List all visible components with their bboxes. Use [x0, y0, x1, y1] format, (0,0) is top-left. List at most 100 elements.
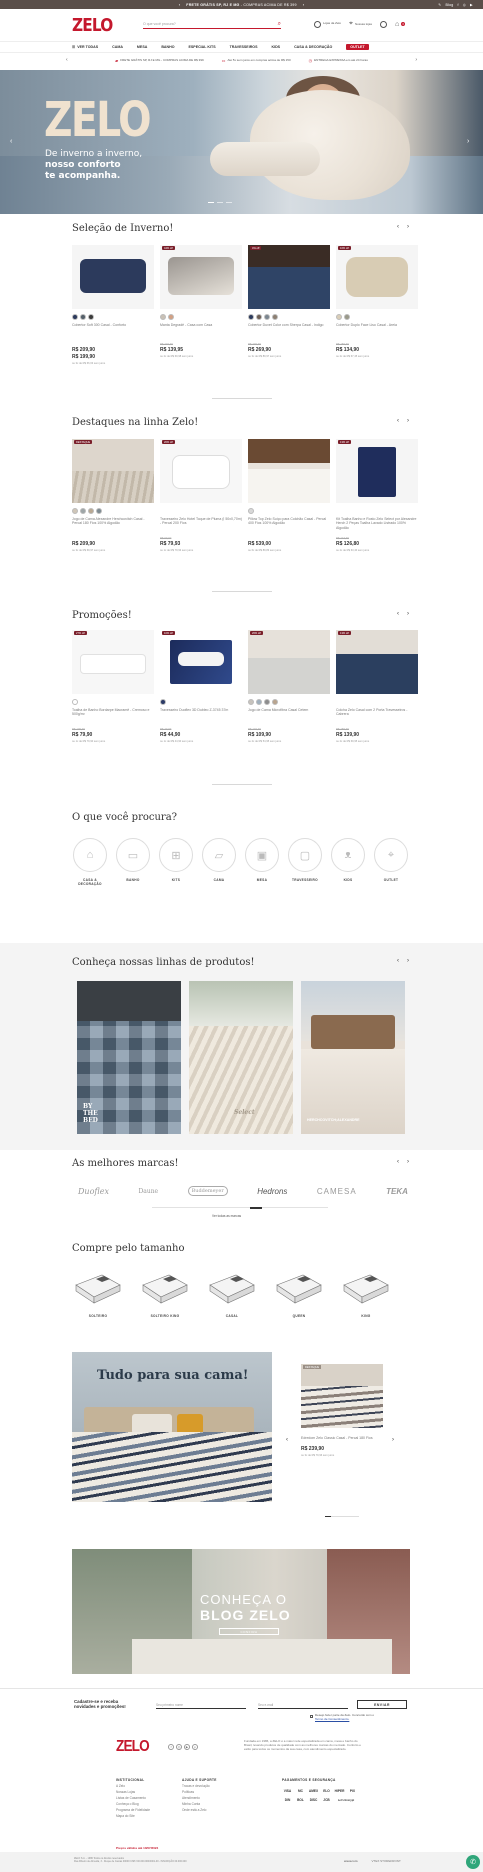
product-card[interactable]: 13% off Kit Toalha Banho e Rosto Zelo Sel…: [336, 439, 418, 552]
next-arrow-icon[interactable]: ›: [407, 611, 409, 617]
nav-item-outlet[interactable]: OUTLET: [346, 44, 369, 50]
whatsapp-button[interactable]: ✆: [466, 1855, 480, 1869]
blog-banner[interactable]: CONHEÇA O BLOG ZELO CONFIRA: [72, 1549, 410, 1674]
size-item[interactable]: SOLTEIRO KING: [139, 1271, 191, 1318]
lojas-link[interactable]: Lojas da Zelo: [314, 20, 341, 28]
color-swatch[interactable]: [72, 698, 78, 705]
line-card-herchcovitch[interactable]: HERCHCOVITCH;ALEXANDRE: [301, 981, 405, 1134]
color-swatch[interactable]: [160, 313, 166, 320]
next-arrow-icon[interactable]: ›: [407, 1159, 409, 1165]
featured-product-card[interactable]: DESTAQUE Edredom Zelo Classic Casal - Pe…: [301, 1364, 383, 1457]
mini-prev-icon[interactable]: ‹: [286, 1437, 288, 1443]
nav-item-cama[interactable]: CAMA: [112, 45, 123, 49]
color-swatch[interactable]: [96, 507, 102, 514]
size-item[interactable]: CASAL: [206, 1271, 258, 1318]
mattress-icon[interactable]: [206, 1271, 258, 1307]
vtex-credit[interactable]: VTEX STOREFRONT: [372, 1859, 401, 1863]
category-circle[interactable]: ⊞: [159, 838, 193, 872]
size-item[interactable]: QUEEN: [273, 1271, 325, 1318]
next-arrow-icon[interactable]: ›: [407, 958, 409, 964]
color-swatch[interactable]: [248, 313, 254, 320]
color-swatch[interactable]: [72, 313, 78, 320]
footer-logo[interactable]: ZELO: [116, 1738, 150, 1756]
product-name[interactable]: Jogo de Cama Alexandre Herchcovitch Casa…: [72, 517, 154, 530]
next-arrow-icon[interactable]: ›: [407, 418, 409, 424]
product-name[interactable]: Jogo de Cama Microfibra Casal Cetem: [248, 708, 330, 721]
hero-prev-icon[interactable]: ‹: [10, 138, 12, 145]
color-swatch[interactable]: [80, 507, 86, 514]
hero-dot[interactable]: [208, 202, 214, 203]
nav-item-kids[interactable]: KIDS: [271, 45, 280, 49]
scroll-knob[interactable]: [250, 1206, 262, 1209]
footer-link[interactable]: Mapa do Site: [116, 1813, 150, 1819]
category-circle[interactable]: ▢: [288, 838, 322, 872]
dev-credit[interactable]: wavecom: [344, 1859, 358, 1863]
stores-link[interactable]: ⌖ Nossas lojas: [349, 20, 372, 28]
color-swatch[interactable]: [72, 507, 78, 514]
mattress-icon[interactable]: [139, 1271, 191, 1307]
hero-dot[interactable]: [226, 202, 232, 203]
product-image[interactable]: 26% off: [248, 630, 330, 694]
color-swatch[interactable]: [336, 313, 342, 320]
mattress-icon[interactable]: [273, 1271, 325, 1307]
product-name[interactable]: Travesseiro Duoflex 3D Dubleo Z-3745 37m: [160, 708, 242, 721]
product-image[interactable]: 16% off: [336, 245, 418, 309]
category-item[interactable]: ⊞ KITS: [158, 838, 194, 886]
youtube-icon[interactable]: ▶: [470, 3, 473, 7]
product-card[interactable]: Cobertor Soft 300 Casal - Conforto R$ 209…: [72, 245, 154, 365]
product-card[interactable]: 20% off Travesseiro Zelo Hotel Toque de P…: [160, 439, 242, 552]
product-name[interactable]: Cobertor Duplo Face Liso Casal - Areia: [336, 323, 418, 336]
promo-next-icon[interactable]: ›: [415, 57, 417, 63]
hero-next-icon[interactable]: ›: [467, 138, 469, 145]
size-item[interactable]: KING: [340, 1271, 392, 1318]
product-card[interactable]: 10% off Travesseiro Duoflex 3D Dubleo Z-3…: [160, 630, 242, 743]
brand-buddemeyer[interactable]: Buddemeyer: [187, 1186, 228, 1196]
product-image[interactable]: 10% off: [160, 630, 242, 694]
category-circle[interactable]: ⌖: [374, 838, 408, 872]
search-bar[interactable]: O que você procura? ⌕: [143, 20, 281, 29]
product-name[interactable]: Cobertor Soft 300 Casal - Conforto: [72, 323, 154, 336]
prev-arrow-icon[interactable]: ‹: [397, 418, 399, 424]
bed-banner[interactable]: Tudo para sua cama!: [72, 1352, 272, 1502]
newsletter-submit-button[interactable]: ENVIAR: [357, 1700, 407, 1709]
category-item[interactable]: ▱ CAMA: [201, 838, 237, 886]
color-swatch[interactable]: [256, 698, 262, 705]
prev-arrow-icon[interactable]: ‹: [397, 611, 399, 617]
prev-arrow-icon[interactable]: ‹: [397, 224, 399, 230]
product-image[interactable]: 20% off: [160, 439, 242, 503]
facebook-icon[interactable]: f: [168, 1744, 174, 1750]
nav-item-casa-decoracao[interactable]: CASA & DECORAÇÃO: [294, 45, 332, 49]
newsletter-email-input[interactable]: Seu e-mail: [258, 1701, 348, 1709]
brand-teka[interactable]: TEKA: [386, 1187, 408, 1196]
product-card[interactable]: Pillow Top Zelo Suíço para Colchão Casal…: [248, 439, 330, 552]
mattress-icon[interactable]: [340, 1271, 392, 1307]
product-image[interactable]: [72, 245, 154, 309]
promo-prev-icon[interactable]: ‹: [66, 57, 68, 63]
category-item[interactable]: ⌖ OUTLET: [373, 838, 409, 886]
nav-item-banho[interactable]: BANHO: [161, 45, 174, 49]
nav-item-kits[interactable]: ESPECIAL KITS: [189, 45, 216, 49]
product-card[interactable]: 16% off Cobertor Duplo Face Liso Casal - …: [336, 245, 418, 365]
instagram-icon[interactable]: ◎: [463, 3, 466, 7]
color-swatch[interactable]: [88, 507, 94, 514]
color-swatch[interactable]: [168, 313, 174, 320]
color-swatch[interactable]: [160, 698, 166, 705]
search-input[interactable]: O que você procura?: [143, 22, 176, 26]
color-swatch[interactable]: [272, 698, 278, 705]
product-card[interactable]: 26% off Jogo de Cama Microfibra Casal Cet…: [248, 630, 330, 743]
color-swatch[interactable]: [248, 507, 254, 514]
category-item[interactable]: ▢ TRAVESSEIRO: [287, 838, 323, 886]
consent-checkbox[interactable]: [310, 1714, 313, 1718]
brand-scrollbar[interactable]: [152, 1206, 328, 1209]
product-name[interactable]: Kit Toalha Banho e Rosto Zelo Select por…: [336, 517, 418, 530]
product-image[interactable]: DESTAQUE: [72, 439, 154, 503]
category-item[interactable]: ⌂ CASA & DECORAÇÃO: [72, 838, 108, 886]
instagram-icon[interactable]: ◎: [176, 1744, 182, 1750]
line-card-select[interactable]: Select: [189, 981, 293, 1134]
nav-item-ver-todas[interactable]: ☰ VER TODAS: [72, 45, 98, 49]
search-icon[interactable]: ⌕: [278, 21, 281, 28]
product-card[interactable]: 4% off Cobertor Duvet Color com Sherpa Ca…: [248, 245, 330, 365]
product-name[interactable]: Toalha de Banho Bordarpe Macramê - Cremo…: [72, 708, 154, 721]
next-arrow-icon[interactable]: ›: [407, 224, 409, 230]
cart-button[interactable]: ⌂ 0: [395, 21, 406, 28]
